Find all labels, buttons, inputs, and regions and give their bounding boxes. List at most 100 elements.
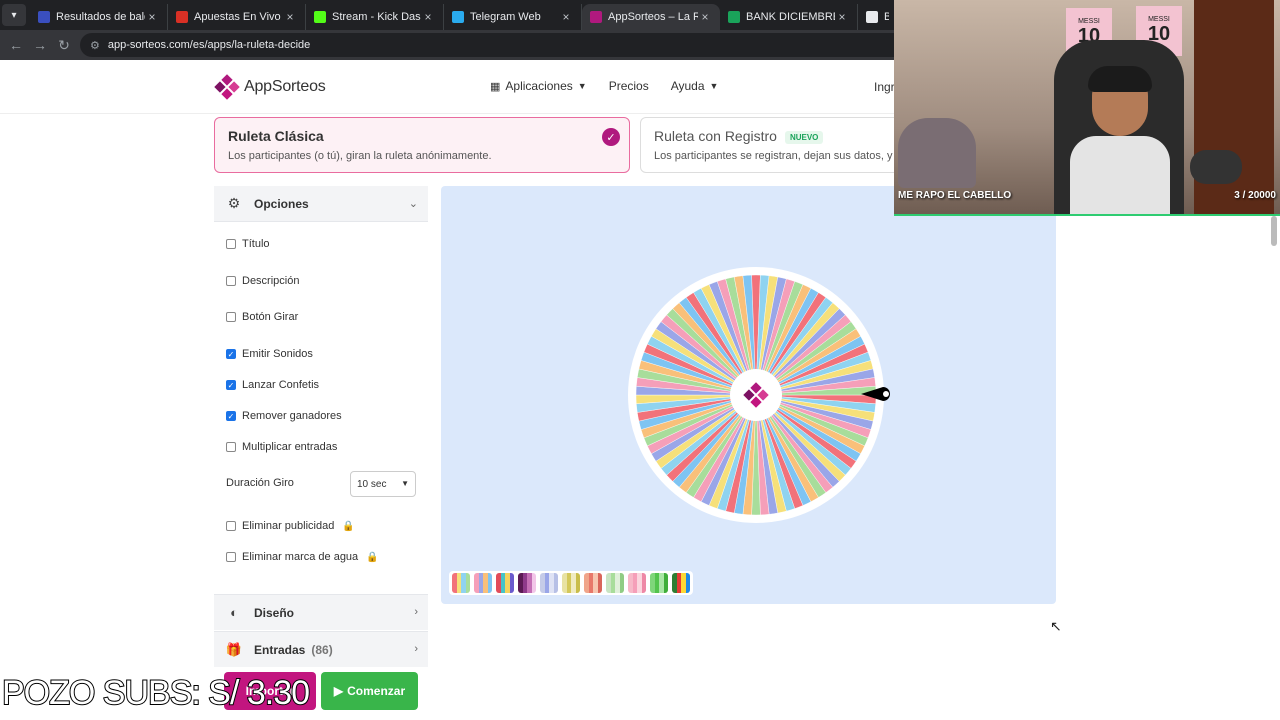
palette-swatch[interactable] xyxy=(452,573,470,593)
palette-swatch[interactable] xyxy=(540,573,558,593)
wheel-stage xyxy=(441,186,1056,604)
premium-option-row[interactable]: Eliminar publicidad 🔒 xyxy=(226,520,355,532)
palette-swatch[interactable] xyxy=(474,573,492,593)
palette-swatch[interactable] xyxy=(562,573,580,593)
browser-tab[interactable]: Bot xyxy=(858,4,898,30)
brand-logo[interactable]: AppSorteos xyxy=(214,74,326,100)
duration-select[interactable]: 10 sec ▼ xyxy=(350,471,416,497)
tab-favicon-icon xyxy=(866,11,878,23)
webcam-overlay: MESSI 10 MESSI 10 ME RAPO EL CABELLO 3 /… xyxy=(894,0,1280,216)
nav-help[interactable]: Ayuda ▼ xyxy=(671,79,719,93)
tab-favicon-icon xyxy=(176,11,188,23)
reload-icon[interactable]: ↻ xyxy=(52,33,76,57)
option-row[interactable]: Multiplicar entradas xyxy=(226,441,337,453)
option-checkbox[interactable]: ✓ xyxy=(226,380,236,390)
nav-help-label: Ayuda xyxy=(670,79,705,93)
palette-swatch[interactable] xyxy=(650,573,668,593)
mode-card-registro[interactable]: Ruleta con Registro NUEVO Los participant… xyxy=(640,117,900,173)
palette-swatch[interactable] xyxy=(496,573,514,593)
start-button[interactable]: ▶ Comenzar xyxy=(321,672,418,710)
close-tab-icon[interactable]: × xyxy=(283,10,297,24)
palette-swatch[interactable] xyxy=(584,573,602,593)
nav-apps-label: Aplicaciones xyxy=(505,79,573,93)
mode-registro-desc: Los participantes se registran, dejan su… xyxy=(654,150,900,162)
option-row[interactable]: Botón Girar xyxy=(226,311,298,323)
forward-icon[interactable]: → xyxy=(28,33,52,57)
option-checkbox[interactable] xyxy=(226,442,236,452)
option-label: Título xyxy=(242,238,270,250)
browser-tab[interactable]: Telegram Web × xyxy=(444,4,582,30)
figure-toy xyxy=(898,118,976,188)
close-tab-icon[interactable]: × xyxy=(421,10,435,24)
options-panel: ⚙ Opciones ⌄ Título Descripción Botón Gira… xyxy=(214,186,428,720)
duration-label: Duración Giro xyxy=(226,477,294,489)
option-row[interactable]: Descripción xyxy=(226,275,299,287)
new-badge: NUEVO xyxy=(784,130,824,144)
palette-swatch[interactable] xyxy=(518,573,536,593)
streamer-shirt xyxy=(1070,136,1170,214)
option-checkbox[interactable] xyxy=(226,521,236,531)
stream-overlay-text: POZO SUBS: S/ 3.30 xyxy=(1,673,311,713)
chevron-down-icon: ▼ xyxy=(577,81,587,91)
close-tab-icon[interactable]: × xyxy=(559,10,573,24)
tab-favicon-icon xyxy=(590,11,602,23)
browser-tab[interactable]: Apuestas En Vivo - Partido× xyxy=(168,4,306,30)
check-icon: ✓ xyxy=(602,128,620,146)
mode-card-classic[interactable]: Ruleta Clásica Los participantes (o tú),… xyxy=(214,117,630,173)
address-bar[interactable]: ⚙ app-sorteos.com/es/apps/la-ruleta-deci… xyxy=(80,33,940,57)
lock-icon: 🔒 xyxy=(342,520,355,532)
tab-title: BANK DICIEMBRE 2DA PA xyxy=(746,11,835,23)
mode-classic-title: Ruleta Clásica xyxy=(228,128,324,144)
tab-title: Stream - Kick Dashboard xyxy=(332,11,421,23)
nav-pricing[interactable]: Precios xyxy=(609,79,649,93)
options-header[interactable]: ⚙ Opciones ⌄ xyxy=(214,186,428,222)
tab-favicon-icon xyxy=(452,11,464,23)
duration-value: 10 sec xyxy=(357,478,387,490)
stream-counter: 3 / 20000 xyxy=(1234,190,1276,201)
back-icon[interactable]: ← xyxy=(4,33,28,57)
wheel-hub[interactable] xyxy=(730,369,782,421)
option-checkbox[interactable] xyxy=(226,552,236,562)
nav-apps[interactable]: ▦ Aplicaciones ▼ xyxy=(490,79,587,93)
option-row[interactable]: ✓ Lanzar Confetis xyxy=(226,379,319,391)
option-label: Descripción xyxy=(242,275,300,287)
palette-swatch[interactable] xyxy=(672,573,690,593)
options-title: Opciones xyxy=(254,196,309,211)
microphone xyxy=(1190,150,1242,184)
start-label: Comenzar xyxy=(347,684,406,698)
option-checkbox[interactable]: ✓ xyxy=(226,411,236,421)
option-checkbox[interactable] xyxy=(226,239,236,249)
option-checkbox[interactable]: ✓ xyxy=(226,349,236,359)
close-tab-icon[interactable]: × xyxy=(145,10,159,24)
streamer-hair xyxy=(1088,66,1152,92)
mouse-cursor-icon: ↖ xyxy=(1050,618,1062,634)
page-scrollbar[interactable] xyxy=(1271,216,1277,246)
palette-swatch[interactable] xyxy=(628,573,646,593)
login-link[interactable]: Ingr xyxy=(874,80,895,94)
tab-favicon-icon xyxy=(728,11,740,23)
option-label: Remover ganadores xyxy=(242,410,342,422)
design-title: Diseño xyxy=(254,605,295,620)
tab-favicon-icon xyxy=(314,11,326,23)
browser-tab[interactable]: AppSorteos – La Ruleta d× xyxy=(582,4,720,30)
option-row[interactable]: Título xyxy=(226,238,270,250)
option-checkbox[interactable] xyxy=(226,312,236,322)
brand-name: AppSorteos xyxy=(244,78,326,95)
palette-swatch[interactable] xyxy=(606,573,624,593)
browser-tab[interactable]: Resultados de baloncesto× xyxy=(30,4,168,30)
poster-name: MESSI xyxy=(1078,18,1100,25)
option-row[interactable]: ✓ Emitir Sonidos xyxy=(226,348,313,360)
wheel[interactable] xyxy=(621,260,891,530)
browser-tab[interactable]: BANK DICIEMBRE 2DA PA× xyxy=(720,4,858,30)
entries-section[interactable]: 🎁 Entradas (86) › xyxy=(214,631,428,667)
tab-search-button[interactable]: ▾ xyxy=(2,4,26,26)
browser-tab[interactable]: Stream - Kick Dashboard× xyxy=(306,4,444,30)
option-row[interactable]: ✓ Remover ganadores xyxy=(226,410,342,422)
design-section[interactable]: ◐ Diseño › xyxy=(214,594,428,630)
close-tab-icon[interactable]: × xyxy=(698,10,712,24)
option-checkbox[interactable] xyxy=(226,276,236,286)
premium-option-row[interactable]: Eliminar marca de agua 🔒 xyxy=(226,551,379,563)
close-tab-icon[interactable]: × xyxy=(835,10,849,24)
option-label: Multiplicar entradas xyxy=(242,441,338,453)
site-info-icon[interactable]: ⚙ xyxy=(90,39,100,52)
